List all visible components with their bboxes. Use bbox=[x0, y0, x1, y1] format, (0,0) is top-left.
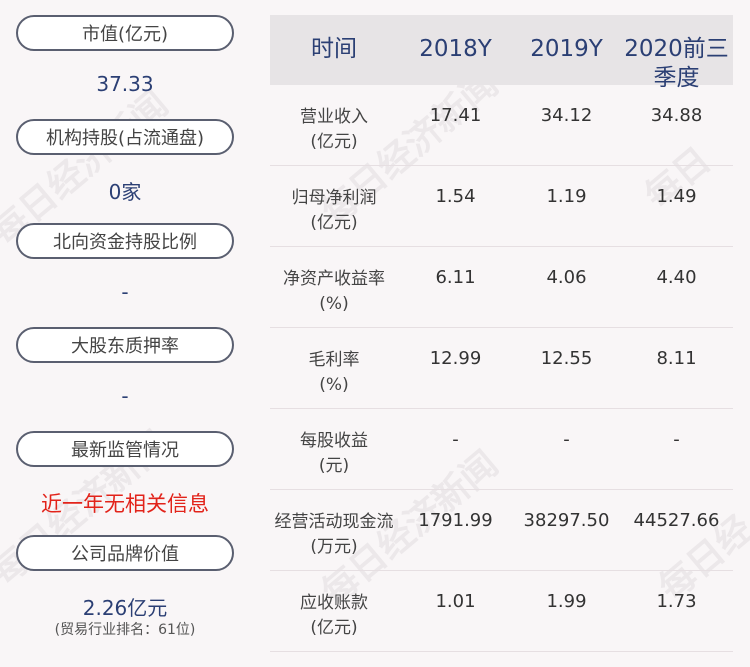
northbound-ratio-value: - bbox=[121, 280, 129, 304]
market-cap-value: 37.33 bbox=[96, 72, 154, 96]
table-cell: 34.88 bbox=[650, 105, 703, 126]
metric-name: 应收账款 bbox=[300, 593, 368, 613]
table-row: 每股收益 (元) - - - bbox=[270, 409, 733, 490]
brand-value-value: 2.26亿元 bbox=[82, 596, 168, 620]
metric-name: 营业收入 bbox=[300, 107, 368, 127]
northbound-ratio-label: 北向资金持股比例 bbox=[16, 223, 234, 259]
table-row: 应收账款 (亿元) 1.01 1.99 1.73 bbox=[270, 571, 733, 652]
metric-name: 归母净利润 bbox=[291, 188, 377, 208]
stock-summary-panel: 市值(亿元) 37.33 机构持股(占流通盘) 0家 北向资金持股比例 - 大股… bbox=[0, 0, 250, 667]
regulation-label: 最新监管情况 bbox=[16, 431, 234, 467]
financial-table: 时间 2018Y 2019Y 2020前三季度 营业收入 (亿元) 17.41 34.… bbox=[270, 15, 733, 652]
row-label: 应收账款 (亿元) bbox=[270, 591, 398, 641]
table-cell: 4.40 bbox=[656, 267, 697, 288]
metric-unit: (亿元) bbox=[310, 132, 358, 152]
header-2019: 2019Y bbox=[530, 36, 603, 62]
brand-value-label: 公司品牌价值 bbox=[16, 535, 234, 571]
table-cell: 1.01 bbox=[435, 591, 476, 612]
table-cell: 6.11 bbox=[435, 267, 476, 288]
table-cell: - bbox=[563, 429, 570, 450]
metric-name: 毛利率 bbox=[308, 350, 360, 370]
table-cell: 38297.50 bbox=[523, 510, 610, 531]
row-label: 净资产收益率 (%) bbox=[270, 267, 398, 317]
table-row: 归母净利润 (亿元) 1.54 1.19 1.49 bbox=[270, 166, 733, 247]
row-label: 归母净利润 (亿元) bbox=[270, 186, 398, 236]
table-cell: 17.41 bbox=[429, 105, 482, 126]
metric-name: 经营活动现金流 bbox=[274, 512, 394, 532]
table-cell: 44527.66 bbox=[633, 510, 720, 531]
metric-unit: (%) bbox=[319, 294, 349, 314]
metric-name: 净资产收益率 bbox=[283, 269, 385, 289]
row-label: 经营活动现金流 (万元) bbox=[270, 510, 398, 560]
table-cell: 1791.99 bbox=[418, 510, 493, 531]
table-cell: - bbox=[452, 429, 459, 450]
header-2020q3: 2020前三季度 bbox=[624, 36, 729, 91]
table-cell: 12.55 bbox=[540, 348, 593, 369]
metric-unit: (元) bbox=[318, 456, 350, 476]
metric-unit: (亿元) bbox=[310, 618, 358, 638]
metric-unit: (亿元) bbox=[310, 213, 358, 233]
market-cap-label: 市值(亿元) bbox=[16, 15, 234, 51]
table-cell: 1.99 bbox=[546, 591, 587, 612]
institution-holding-value: 0家 bbox=[108, 180, 142, 204]
row-label: 毛利率 (%) bbox=[270, 348, 398, 398]
table-cell: 12.99 bbox=[429, 348, 482, 369]
pledge-rate-label: 大股东质押率 bbox=[16, 327, 234, 363]
row-label: 营业收入 (亿元) bbox=[270, 105, 398, 155]
table-cell: 34.12 bbox=[540, 105, 593, 126]
institution-holding-label: 机构持股(占流通盘) bbox=[16, 119, 234, 155]
table-row: 毛利率 (%) 12.99 12.55 8.11 bbox=[270, 328, 733, 409]
header-time: 时间 bbox=[311, 36, 357, 62]
table-cell: - bbox=[673, 429, 680, 450]
metric-unit: (万元) bbox=[310, 537, 358, 557]
table-cell: 4.06 bbox=[546, 267, 587, 288]
table-cell: 1.73 bbox=[656, 591, 697, 612]
metric-unit: (%) bbox=[319, 375, 349, 395]
metric-name: 每股收益 bbox=[300, 431, 368, 451]
table-row: 净资产收益率 (%) 6.11 4.06 4.40 bbox=[270, 247, 733, 328]
table-cell: 1.54 bbox=[435, 186, 476, 207]
table-row: 营业收入 (亿元) 17.41 34.12 34.88 bbox=[270, 85, 733, 166]
table-cell: 8.11 bbox=[656, 348, 697, 369]
table-cell: 1.49 bbox=[656, 186, 697, 207]
row-label: 每股收益 (元) bbox=[270, 429, 398, 479]
brand-rank-note: (贸易行业排名：61位) bbox=[54, 622, 196, 638]
table-row: 经营活动现金流 (万元) 1791.99 38297.50 44527.66 bbox=[270, 490, 733, 571]
table-cell: 1.19 bbox=[546, 186, 587, 207]
table-header: 时间 2018Y 2019Y 2020前三季度 bbox=[270, 15, 733, 91]
regulation-value: 近一年无相关信息 bbox=[41, 492, 209, 516]
header-2018: 2018Y bbox=[419, 36, 492, 62]
pledge-rate-value: - bbox=[121, 384, 129, 408]
